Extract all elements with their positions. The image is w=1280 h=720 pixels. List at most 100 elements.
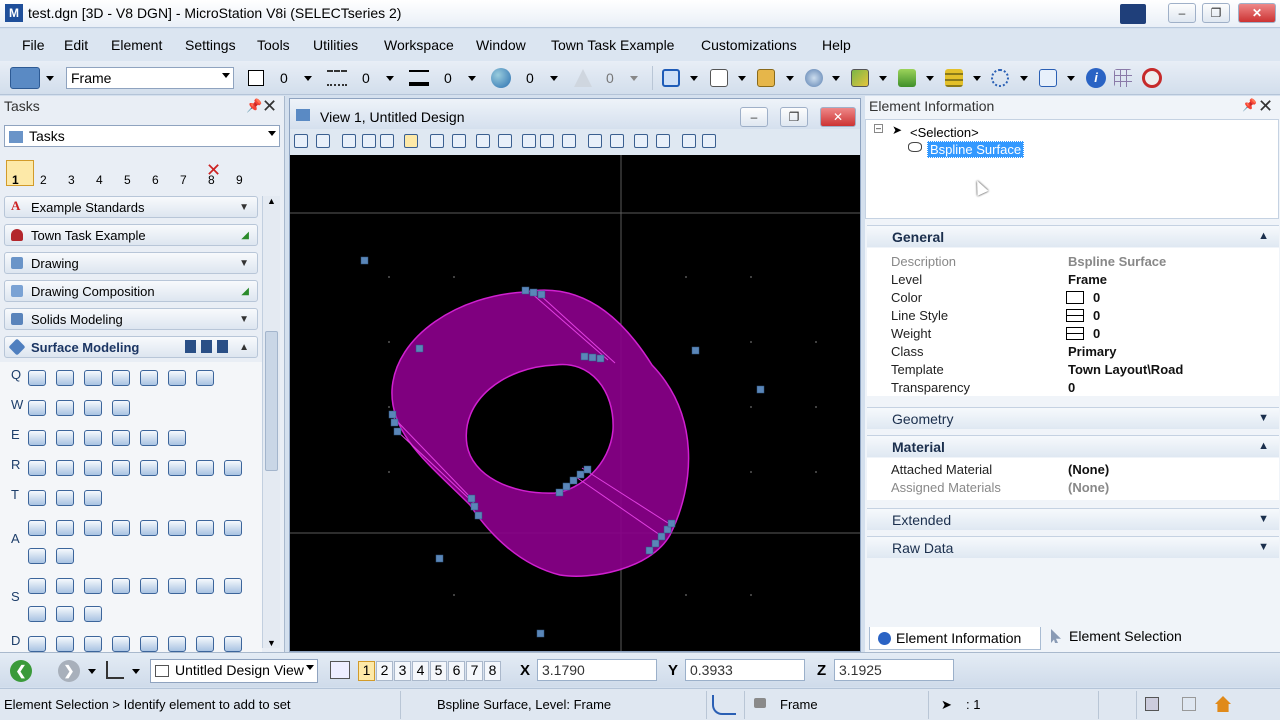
accudraw-dropdown[interactable] — [1067, 76, 1075, 81]
view-button-5[interactable]: 5 — [430, 661, 447, 681]
level-display-icon[interactable] — [898, 69, 916, 87]
pin-icon[interactable]: 📌 — [246, 98, 262, 114]
surface-tool-icon[interactable] — [56, 430, 74, 446]
menu-customizations[interactable]: Customizations — [701, 37, 797, 53]
y-coordinate-field[interactable]: 0.3933 — [685, 659, 805, 681]
surface-tool-icon[interactable] — [28, 400, 46, 416]
surface-tool-icon[interactable] — [168, 636, 186, 652]
view-button-7[interactable]: 7 — [466, 661, 483, 681]
restore-button[interactable]: ❐ — [1202, 3, 1230, 23]
view-tool-icon[interactable] — [682, 134, 696, 148]
task-number-9[interactable]: 9 — [236, 173, 243, 187]
view-attributes-dropdown[interactable] — [132, 669, 140, 674]
transparency-dropdown[interactable] — [550, 76, 558, 81]
view-button-1[interactable]: 1 — [358, 661, 375, 681]
menu-file[interactable]: File — [22, 37, 45, 53]
surface-tool-icon[interactable] — [224, 520, 242, 536]
document-icon[interactable] — [710, 69, 728, 87]
primary-tools-icon[interactable] — [662, 69, 680, 87]
section-drawing-composition[interactable]: Drawing Composition ◢ — [4, 280, 258, 302]
view-minimize-button[interactable]: – — [740, 107, 768, 127]
surface-tool-icon[interactable] — [56, 548, 74, 564]
section-surface-modeling[interactable]: Surface Modeling ▲ — [4, 336, 258, 358]
surface-tool-icon[interactable] — [84, 460, 102, 476]
menu-element[interactable]: Element — [111, 37, 162, 53]
snap-mode-icon[interactable] — [712, 695, 736, 715]
history-dropdown[interactable] — [88, 669, 96, 674]
surface-tool-icon[interactable] — [28, 430, 46, 446]
prop-value-line-style[interactable]: 0 — [1093, 308, 1100, 323]
task-number-2[interactable]: 2 — [40, 173, 47, 187]
surface-tool-icon[interactable] — [168, 430, 186, 446]
layers-dropdown[interactable] — [973, 76, 981, 81]
group-general[interactable]: General ▲ — [867, 225, 1279, 247]
forward-arrow-icon[interactable]: ❯ — [58, 660, 80, 682]
menu-help[interactable]: Help — [822, 37, 851, 53]
prop-value-weight[interactable]: 0 — [1093, 326, 1100, 341]
surface-tool-icon[interactable] — [56, 606, 74, 622]
surface-tool-icon[interactable] — [28, 490, 46, 506]
surface-tool-icon[interactable] — [56, 636, 74, 652]
minimize-button[interactable]: – — [1168, 3, 1196, 23]
surface-tool-icon[interactable] — [140, 430, 158, 446]
scroll-thumb[interactable] — [265, 331, 278, 471]
surface-tool-icon[interactable] — [112, 400, 130, 416]
view-tool-icon[interactable] — [342, 134, 356, 148]
group-geometry[interactable]: Geometry ▼ — [867, 407, 1279, 429]
surface-tool-icon[interactable] — [84, 578, 102, 594]
view-tool-icon[interactable] — [540, 134, 554, 148]
home-icon[interactable] — [1215, 696, 1231, 712]
surface-tool-icon[interactable] — [140, 460, 158, 476]
level-combo[interactable]: Frame — [66, 67, 234, 89]
no-entry-icon[interactable] — [1142, 68, 1162, 88]
surface-tool-icon[interactable] — [84, 636, 102, 652]
raster-dropdown[interactable] — [879, 76, 887, 81]
group-raw-data[interactable]: Raw Data ▼ — [867, 536, 1279, 558]
view-tool-icon[interactable] — [588, 134, 602, 148]
tab-element-selection[interactable]: Element Selection — [1043, 625, 1199, 647]
view-tool-icon[interactable] — [362, 134, 376, 148]
menu-window[interactable]: Window — [476, 37, 526, 53]
surface-tool-icon[interactable] — [28, 548, 46, 564]
surface-tool-icon[interactable] — [112, 636, 130, 652]
surface-tool-icon[interactable] — [56, 370, 74, 386]
surface-tool-icon[interactable] — [28, 636, 46, 652]
priority-dropdown[interactable] — [630, 76, 638, 81]
view-button-8[interactable]: 8 — [484, 661, 501, 681]
view-button-3[interactable]: 3 — [394, 661, 411, 681]
surface-tool-icon[interactable] — [84, 490, 102, 506]
surface-tool-icon[interactable] — [112, 578, 130, 594]
level-manager-dropdown[interactable] — [46, 76, 54, 81]
tab-element-information[interactable]: Element Information — [869, 627, 1041, 650]
surface-tool-icon[interactable] — [28, 606, 46, 622]
surface-tool-icon[interactable] — [56, 460, 74, 476]
snaps-dropdown[interactable] — [1020, 76, 1028, 81]
view-tool-icon[interactable] — [702, 134, 716, 148]
workspace-icon[interactable] — [1120, 4, 1146, 24]
surface-tool-icon[interactable] — [28, 460, 46, 476]
prop-value-level[interactable]: Frame — [1068, 272, 1107, 287]
view-icons-icon[interactable] — [185, 340, 233, 353]
surface-tool-icon[interactable] — [196, 460, 214, 476]
color-swatch-icon[interactable] — [248, 70, 264, 86]
view-attributes-icon[interactable] — [106, 661, 124, 679]
transparency-icon[interactable] — [491, 68, 511, 88]
design-history-icon[interactable] — [1182, 697, 1196, 711]
surface-tool-icon[interactable] — [140, 370, 158, 386]
surface-tool-icon[interactable] — [224, 578, 242, 594]
task-number-5[interactable]: 5 — [124, 173, 131, 187]
surface-tool-icon[interactable] — [196, 520, 214, 536]
menu-town-task-example[interactable]: Town Task Example — [551, 37, 674, 53]
primary-tools-dropdown[interactable] — [690, 76, 698, 81]
pin-icon[interactable]: 📌 — [1242, 98, 1257, 112]
accudraw-icon[interactable] — [1039, 69, 1057, 87]
view-tool-icon[interactable] — [634, 134, 648, 148]
close-icon[interactable]: ✕ — [262, 96, 277, 117]
surface-tool-icon[interactable] — [140, 636, 158, 652]
surface-tool-icon[interactable] — [84, 520, 102, 536]
tree-root-label[interactable]: <Selection> — [910, 125, 979, 140]
surface-tool-icon[interactable] — [196, 370, 214, 386]
surface-tool-icon[interactable] — [84, 370, 102, 386]
prop-value-color[interactable]: 0 — [1093, 290, 1100, 305]
view-restore-button[interactable]: ❐ — [780, 107, 808, 127]
